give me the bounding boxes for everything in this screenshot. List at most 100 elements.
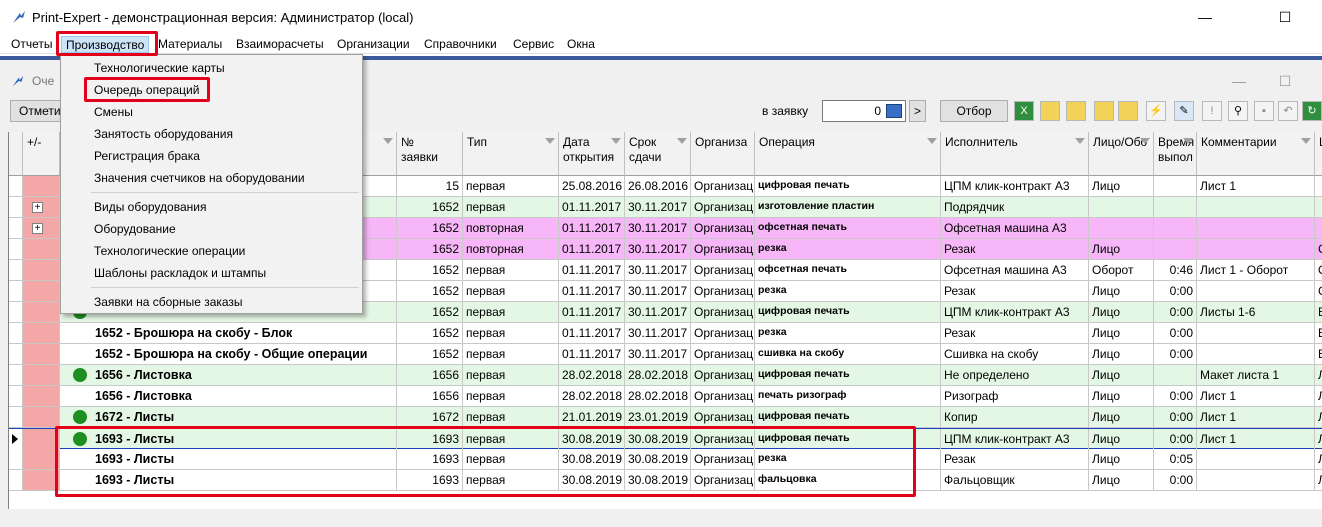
folder-add-icon[interactable] <box>1066 101 1086 121</box>
row-indicator[interactable] <box>9 176 23 197</box>
filter-button[interactable]: Отбор <box>940 100 1008 122</box>
menu-item-defect-registration[interactable]: Регистрация брака <box>61 145 362 167</box>
menu-settlements[interactable]: Взаиморасчеты <box>232 36 328 53</box>
folder-filter-icon[interactable] <box>1040 101 1060 121</box>
go-button[interactable]: > <box>909 100 927 122</box>
child-minimize-button[interactable]: — <box>1216 68 1262 94</box>
row-indicator[interactable] <box>9 302 23 323</box>
folder-icon[interactable] <box>1118 101 1138 121</box>
undo-icon[interactable]: ↶ <box>1278 101 1298 121</box>
menu-item-equipment[interactable]: Оборудование <box>61 218 362 240</box>
calculator-icon[interactable] <box>886 104 902 118</box>
header-due-date[interactable]: Срок сдачи <box>625 132 691 176</box>
header-order-number[interactable]: № заявки <box>397 132 463 176</box>
excel-export-icon[interactable]: X <box>1014 101 1034 121</box>
row-indicator[interactable] <box>9 449 23 470</box>
edit-icon[interactable]: ✎ <box>1174 101 1194 121</box>
table-row[interactable]: 1672 - Листы 1672 первая 21.01.2019 23.01.20… <box>9 407 1322 428</box>
row-indicator[interactable] <box>9 323 23 344</box>
header-side[interactable]: Лицо/Обо <box>1089 132 1154 176</box>
cell-executor: Не определено <box>941 365 1089 386</box>
cell-open-date: 25.08.2016 <box>559 176 625 197</box>
menu-item-counter-values[interactable]: Значения счетчиков на оборудовании <box>61 167 362 189</box>
main-menubar: Отчеты Производство Материалы Взаиморасч… <box>0 34 1322 54</box>
cell-organization: Организац <box>691 260 755 281</box>
table-row[interactable]: 1656 - Листовка 1656 первая 28.02.2018 28.02… <box>9 365 1322 386</box>
row-indicator[interactable] <box>9 344 23 365</box>
menu-production[interactable]: Производство <box>61 36 150 53</box>
minimize-button[interactable]: — <box>1182 4 1228 30</box>
cell-organization: Организац <box>691 302 755 323</box>
menu-item-shifts[interactable]: Смены <box>61 101 362 123</box>
refresh-icon[interactable]: ↻ <box>1302 101 1322 121</box>
table-row[interactable]: 1693 - Листы 1693 первая 30.08.2019 30.08.20… <box>9 428 1322 450</box>
header-organization[interactable]: Организа <box>691 132 755 176</box>
header-executor[interactable]: Исполнитель <box>941 132 1089 176</box>
menu-windows[interactable]: Окна <box>563 36 599 53</box>
row-indicator[interactable] <box>9 470 23 491</box>
row-indicator[interactable] <box>9 407 23 428</box>
menu-item-equipment-types[interactable]: Виды оборудования <box>61 196 362 218</box>
cell-type: первая <box>463 429 559 450</box>
header-comment[interactable]: Комментарии <box>1197 132 1315 176</box>
menu-materials[interactable]: Материалы <box>154 36 226 53</box>
menu-item-equipment-load[interactable]: Занятость оборудования <box>61 123 362 145</box>
cell-job-name: 1656 - Листовка <box>60 365 397 386</box>
menu-reports[interactable]: Отчеты <box>7 36 56 53</box>
cell-organization: Организац <box>691 365 755 386</box>
menu-item-tech-cards[interactable]: Технологические карты <box>61 57 362 79</box>
binoculars-icon[interactable]: ⚲ <box>1228 101 1248 121</box>
row-indicator[interactable] <box>9 365 23 386</box>
cell-job-name: 1693 - Листы <box>60 449 397 470</box>
alert-icon[interactable]: ! <box>1202 101 1222 121</box>
cell-due-date: 30.11.2017 <box>625 197 691 218</box>
open-folder-icon[interactable] <box>1094 101 1114 121</box>
cell-side: Лицо <box>1089 449 1154 470</box>
cell-order-number: 1652 <box>397 344 463 365</box>
lightning-icon[interactable]: ⚡ <box>1146 101 1166 121</box>
header-plus-minus[interactable]: +/- <box>23 132 60 176</box>
menu-item-operations-queue[interactable]: Очередь операций <box>61 79 362 101</box>
cell-order-number: 1656 <box>397 386 463 407</box>
cell-due-date: 30.08.2019 <box>625 470 691 491</box>
row-indicator[interactable] <box>9 218 23 239</box>
row-indicator[interactable] <box>9 239 23 260</box>
cell-executor: ЦПМ клик-контракт А3 <box>941 176 1089 197</box>
menu-organizations[interactable]: Организации <box>333 36 414 53</box>
expand-icon[interactable]: + <box>32 202 43 213</box>
table-row[interactable]: 1656 - Листовка 1656 первая 28.02.2018 28.02… <box>9 386 1322 407</box>
child-maximize-button[interactable]: ☐ <box>1262 68 1308 94</box>
menu-item-combined-orders[interactable]: Заявки на сборные заказы <box>61 291 362 313</box>
cell-time: 0:00 <box>1154 429 1197 450</box>
header-open-date[interactable]: Дата открытия <box>559 132 625 176</box>
row-indicator[interactable] <box>9 281 23 302</box>
cell-executor: Подрядчик <box>941 197 1089 218</box>
menu-service[interactable]: Сервис <box>509 36 558 53</box>
job-name-text: 1693 - Листы <box>95 432 175 446</box>
row-indicator[interactable] <box>9 197 23 218</box>
maximize-button[interactable]: ☐ <box>1262 4 1308 30</box>
cell-operation: резка <box>755 323 941 344</box>
expand-icon[interactable]: + <box>32 223 43 234</box>
table-row[interactable]: 1652 - Брошюра на скобу - Блок 1652 первая… <box>9 323 1322 344</box>
header-last-column[interactable]: Ш <box>1315 132 1322 176</box>
row-indicator[interactable] <box>9 386 23 407</box>
cell-open-date: 28.02.2018 <box>559 365 625 386</box>
row-indicator[interactable] <box>9 429 23 450</box>
table-row[interactable]: 1693 - Листы 1693 первая 30.08.2019 30.08.20… <box>9 449 1322 470</box>
menu-references[interactable]: Справочники <box>420 36 501 53</box>
cell-order-number: 1693 <box>397 429 463 450</box>
row-indicator[interactable] <box>9 260 23 281</box>
table-row[interactable]: 1652 - Брошюра на скобу - Общие операции… <box>9 344 1322 365</box>
save-icon[interactable]: ▪ <box>1254 101 1274 121</box>
menu-item-tech-operations[interactable]: Технологические операции <box>61 240 362 262</box>
table-row[interactable]: 1693 - Листы 1693 первая 30.08.2019 30.08.20… <box>9 470 1322 491</box>
cell-organization: Организац <box>691 449 755 470</box>
header-type[interactable]: Тип <box>463 132 559 176</box>
app-logo-icon <box>13 11 25 23</box>
cell-last: Б <box>1315 323 1322 344</box>
cell-comment <box>1197 470 1315 491</box>
menu-item-layout-templates[interactable]: Шаблоны раскладок и штампы <box>61 262 362 284</box>
header-time[interactable]: Время выпол <box>1154 132 1197 176</box>
header-operation[interactable]: Операция <box>755 132 941 176</box>
